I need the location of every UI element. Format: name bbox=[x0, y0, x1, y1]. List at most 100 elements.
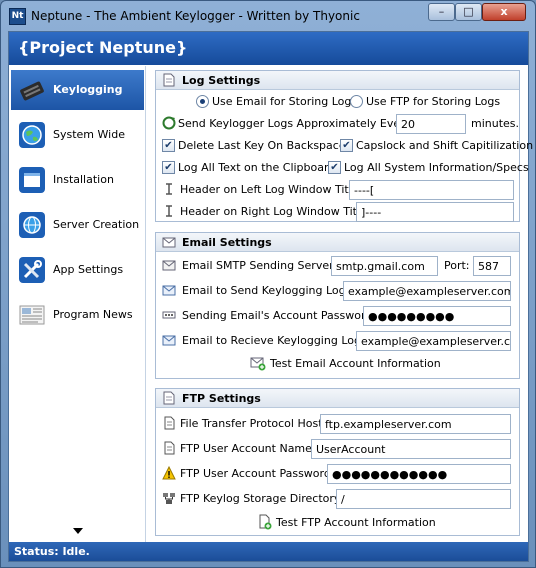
header-left-row: Header on Left Log Window Title: ----[ bbox=[156, 179, 519, 201]
email-settings-header: Email Settings bbox=[156, 233, 519, 252]
sidebar-item-label: System Wide bbox=[53, 128, 125, 141]
minimize-button[interactable]: – bbox=[428, 3, 455, 21]
envelope-icon bbox=[162, 237, 176, 248]
capslock-checkbox[interactable]: ✔ bbox=[340, 139, 353, 152]
sidebar-item-label: Keylogging bbox=[53, 83, 123, 96]
clipboard-label: Log All Text on the Clipboard bbox=[178, 161, 336, 174]
ftp-password-input[interactable]: ●●●●●●●●●●●● bbox=[327, 464, 511, 484]
sidebar-item-program-news[interactable]: Program News bbox=[11, 295, 144, 335]
document-icon bbox=[163, 73, 175, 87]
sidebar-item-label: App Settings bbox=[53, 263, 124, 276]
smtp-input[interactable]: smtp.gmail.com bbox=[331, 256, 438, 276]
text-cursor-icon bbox=[166, 205, 172, 217]
email-settings-title: Email Settings bbox=[182, 236, 272, 249]
settings-panel: Log Settings Use Email for Storing Logs … bbox=[147, 66, 533, 542]
send-interval-label: Send Keylogger Logs Approximately Every: bbox=[178, 117, 415, 130]
clipboard-checkbox[interactable]: ✔ bbox=[162, 161, 175, 174]
send-to-label: Email to Send Keylogging Logs: bbox=[182, 284, 356, 297]
ftp-host-input[interactable]: ftp.exampleserver.com bbox=[320, 414, 511, 434]
sidebar-item-label: Server Creation bbox=[53, 218, 140, 231]
maximize-button[interactable]: □ bbox=[455, 3, 482, 21]
keyboard-icon bbox=[20, 81, 44, 101]
sidebar: Keylogging System Wide Installation Serv… bbox=[9, 66, 146, 542]
header-left-input[interactable]: ----[ bbox=[349, 180, 514, 200]
capslock-label: Capslock and Shift Capitilization bbox=[356, 139, 534, 152]
file-add-icon bbox=[259, 514, 272, 530]
delete-backspace-label: Delete Last Key On Backspace bbox=[178, 139, 346, 152]
status-bar: Status: Idle. bbox=[9, 542, 528, 561]
ftp-settings-header: FTP Settings bbox=[156, 389, 519, 408]
ftp-dir-input[interactable]: / bbox=[336, 489, 511, 509]
ftp-dir-row: FTP Keylog Storage Directory: / bbox=[156, 488, 519, 510]
port-input[interactable]: 587 bbox=[473, 256, 511, 276]
ftp-user-row: FTP User Account Name: UserAccount bbox=[156, 438, 519, 460]
use-ftp-radio[interactable] bbox=[350, 95, 363, 108]
log-settings-title: Log Settings bbox=[182, 74, 261, 87]
send-to-input[interactable]: example@exampleserver.com bbox=[343, 281, 511, 301]
log-settings-header: Log Settings bbox=[156, 71, 519, 90]
scroll-down-arrow-icon[interactable] bbox=[73, 528, 83, 534]
header-right-row: Header on Right Log Window Title: ]---- bbox=[156, 201, 519, 223]
header-right-input[interactable]: ]---- bbox=[356, 202, 514, 222]
close-button[interactable]: x bbox=[482, 3, 526, 21]
tools-icon bbox=[19, 257, 45, 283]
ftp-user-input[interactable]: UserAccount bbox=[311, 439, 511, 459]
smtp-label: Email SMTP Sending Server: bbox=[182, 259, 338, 272]
sysinfo-checkbox[interactable]: ✔ bbox=[328, 161, 341, 174]
send-interval-input[interactable]: 20 bbox=[396, 114, 466, 134]
file-icon bbox=[164, 416, 175, 430]
sidebar-item-keylogging[interactable]: Keylogging bbox=[11, 70, 144, 110]
envelope-icon bbox=[162, 260, 176, 271]
ftp-host-label: File Transfer Protocol Host: bbox=[180, 417, 327, 430]
test-ftp-label: Test FTP Account Information bbox=[276, 516, 436, 529]
sidebar-item-installation[interactable]: Installation bbox=[11, 160, 144, 200]
title-bar[interactable]: Nt Neptune - The Ambient Keylogger - Wri… bbox=[1, 1, 535, 31]
sidebar-item-label: Installation bbox=[53, 173, 114, 186]
email-password-label: Sending Email's Account Password: bbox=[182, 309, 376, 322]
email-password-input[interactable]: ●●●●●●●●● bbox=[363, 306, 511, 326]
mail-add-icon bbox=[250, 357, 266, 371]
text-cursor-icon bbox=[166, 183, 172, 195]
sidebar-item-server-creation[interactable]: Server Creation bbox=[11, 205, 144, 245]
email-password-row: Sending Email's Account Password: ●●●●●●… bbox=[156, 305, 519, 327]
refresh-icon bbox=[162, 116, 176, 130]
header-right-label: Header on Right Log Window Title: bbox=[180, 205, 371, 218]
network-folder-icon bbox=[163, 493, 175, 504]
receive-row: Email to Recieve Keylogging Logs: exampl… bbox=[156, 330, 519, 352]
use-email-radio[interactable] bbox=[196, 95, 209, 108]
document-icon bbox=[163, 391, 175, 405]
test-email-label: Test Email Account Information bbox=[270, 357, 441, 370]
receive-label: Email to Recieve Keylogging Logs: bbox=[182, 334, 371, 347]
sidebar-item-app-settings[interactable]: App Settings bbox=[11, 250, 144, 290]
ftp-settings-group: FTP Settings File Transfer Protocol Host… bbox=[155, 388, 520, 536]
main-window: Nt Neptune - The Ambient Keylogger - Wri… bbox=[0, 0, 536, 568]
ftp-password-label: FTP User Account Password: bbox=[180, 467, 335, 480]
ftp-dir-label: FTP Keylog Storage Directory: bbox=[180, 492, 344, 505]
server-globe-icon bbox=[19, 212, 45, 238]
checkbox-row-1: ✔ Delete Last Key On Backspace ✔ Capsloc… bbox=[156, 135, 533, 157]
receive-input[interactable]: example@exampleserver.com bbox=[356, 331, 511, 351]
storage-mode-row: Use Email for Storing Logs Use FTP for S… bbox=[156, 91, 519, 113]
ftp-host-row: File Transfer Protocol Host: ftp.example… bbox=[156, 413, 519, 435]
delete-backspace-checkbox[interactable]: ✔ bbox=[162, 139, 175, 152]
use-ftp-label: Use FTP for Storing Logs bbox=[366, 95, 501, 108]
sidebar-item-label: Program News bbox=[53, 308, 133, 321]
sidebar-item-system-wide[interactable]: System Wide bbox=[11, 115, 144, 155]
checkbox-row-2: ✔ Log All Text on the Clipboard ✔ Log Al… bbox=[156, 157, 529, 179]
window-icon bbox=[19, 167, 45, 193]
port-label: Port: bbox=[444, 259, 470, 272]
globe-icon bbox=[19, 122, 45, 148]
ftp-user-label: FTP User Account Name: bbox=[180, 442, 316, 455]
use-email-label: Use Email for Storing Logs bbox=[212, 95, 358, 108]
send-mail-icon bbox=[162, 285, 176, 296]
window-title: Neptune - The Ambient Keylogger - Writte… bbox=[31, 9, 360, 23]
warning-icon bbox=[162, 466, 176, 480]
file-icon bbox=[164, 441, 175, 455]
header-left-label: Header on Left Log Window Title: bbox=[180, 183, 363, 196]
log-settings-group: Log Settings Use Email for Storing Logs … bbox=[155, 70, 533, 223]
password-icon bbox=[162, 311, 176, 319]
newspaper-icon bbox=[19, 305, 45, 325]
client-area: {Project Neptune} Keylogging System Wide… bbox=[8, 31, 533, 562]
ftp-password-row: FTP User Account Password: ●●●●●●●●●●●● bbox=[156, 463, 519, 485]
sysinfo-label: Log All System Information/Specs bbox=[344, 161, 529, 174]
